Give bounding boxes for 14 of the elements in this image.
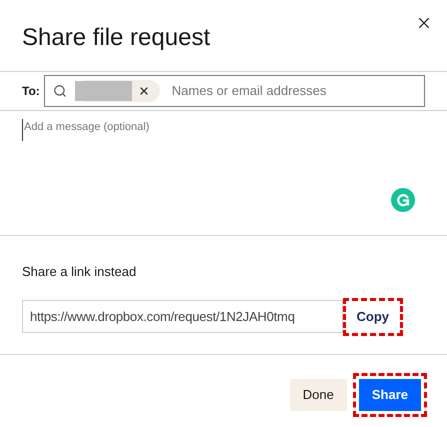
refresh-badge-icon <box>391 188 415 212</box>
to-label: To: <box>22 83 40 100</box>
recipient-field[interactable]: Names or email addresses <box>44 75 425 107</box>
done-button[interactable]: Done <box>290 378 347 410</box>
link-field[interactable]: https://www.dropbox.com/request/1N2JAH0tmq <box>22 300 342 333</box>
share-button[interactable]: Share <box>358 378 421 410</box>
message-field[interactable]: Add a message (optional) <box>22 119 322 141</box>
redacted-name <box>74 81 132 101</box>
dialog-title: Share file request <box>22 24 212 52</box>
recipient-input[interactable]: Names or email addresses <box>172 81 416 101</box>
remove-icon[interactable] <box>138 85 150 97</box>
section-heading: Share a link instead <box>22 263 138 281</box>
search-icon <box>52 84 67 98</box>
link-url: https://www.dropbox.com/request/1N2JAH0tmq <box>30 308 295 326</box>
